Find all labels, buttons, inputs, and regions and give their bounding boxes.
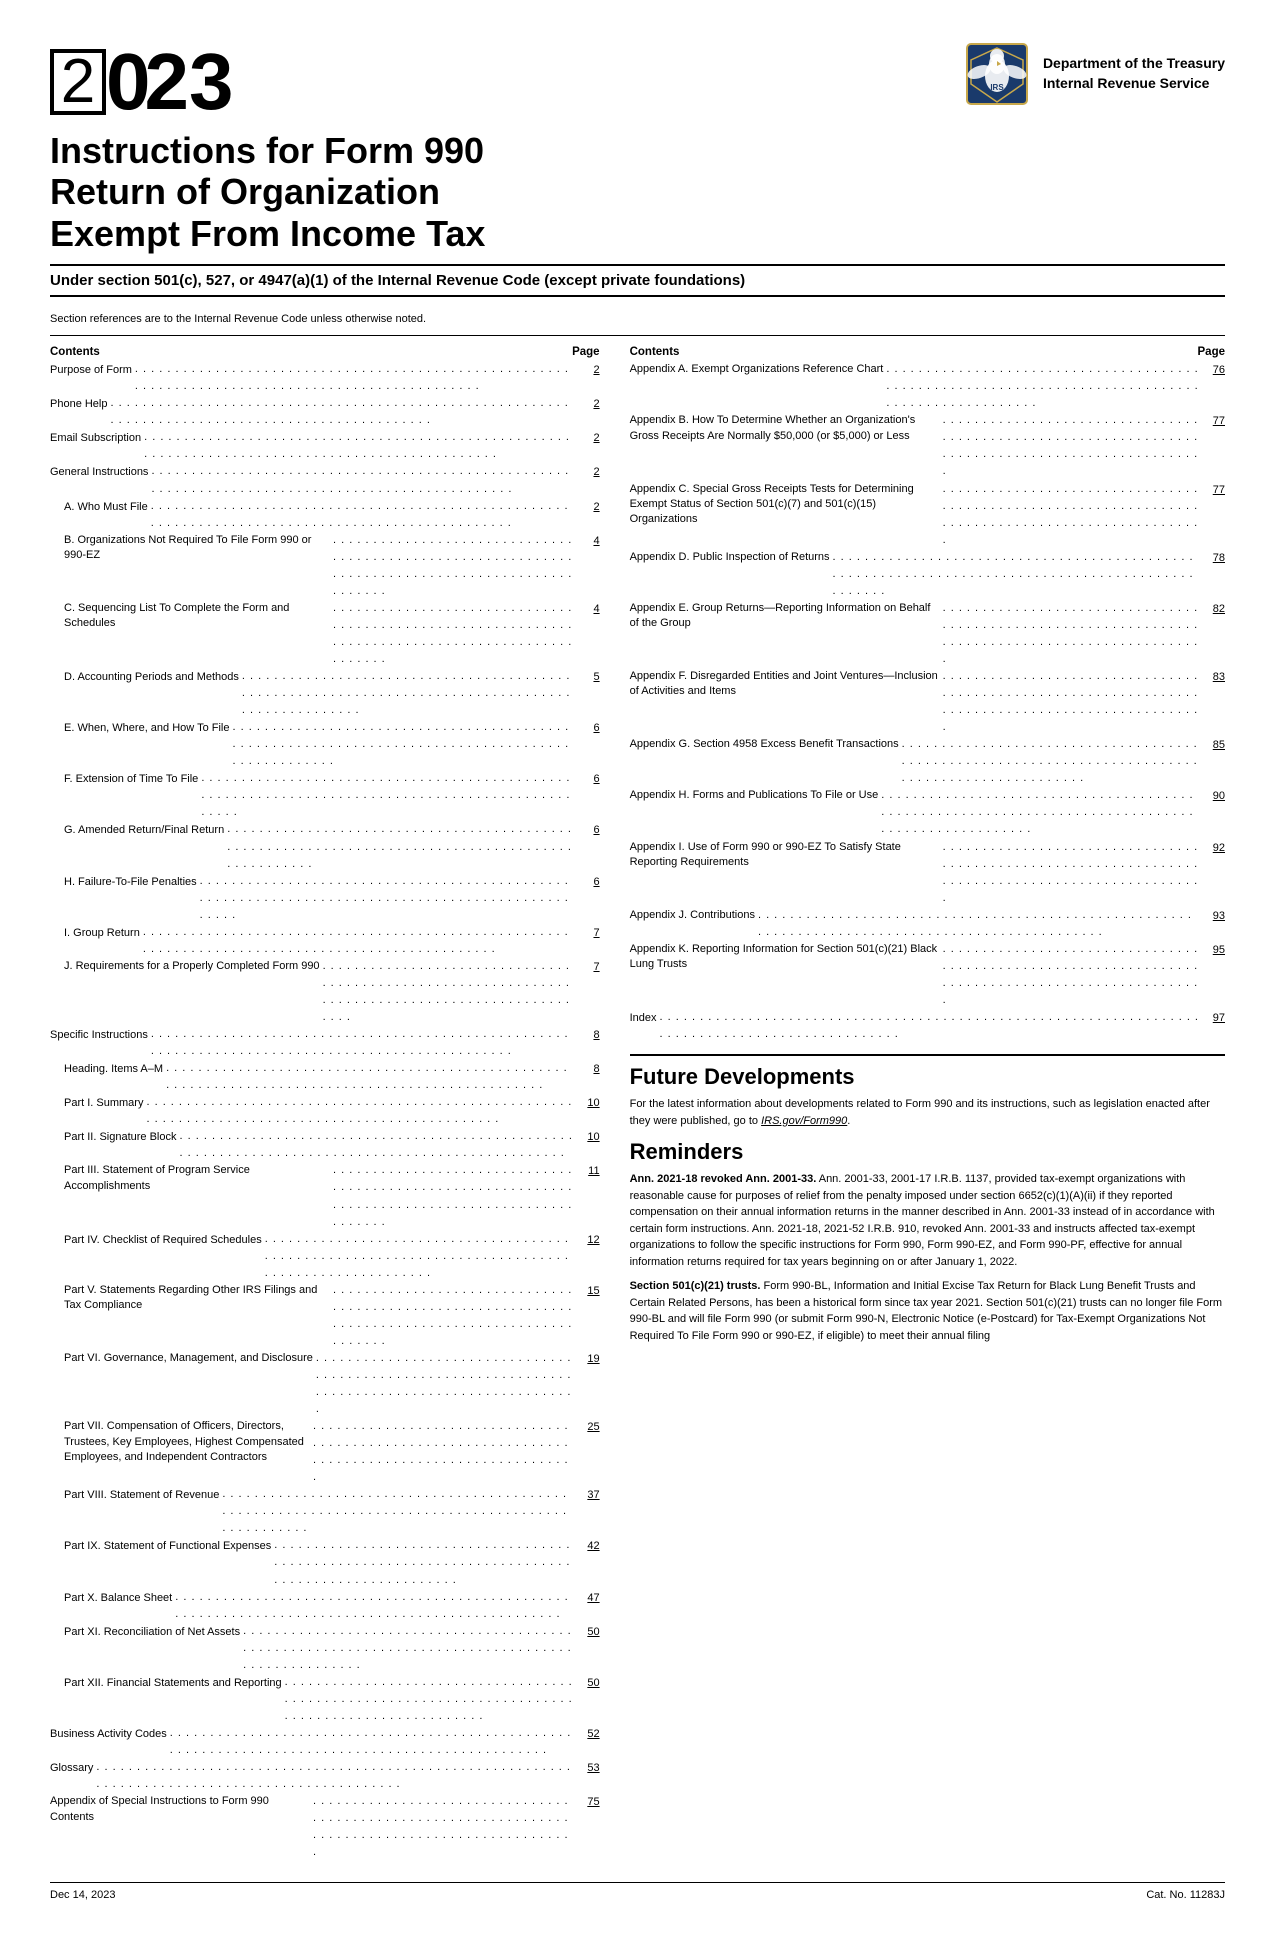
toc-left: Contents Page Purpose of Form 2 Phone He… xyxy=(50,346,600,1862)
toc-item: Phone Help 2 xyxy=(50,396,600,430)
toc-item: Appendix J. Contributions 93 xyxy=(630,908,1225,942)
page-header: 2023 IRS Department of the Treasury Inte… xyxy=(50,40,1225,122)
future-developments-text: For the latest information about develop… xyxy=(630,1096,1225,1129)
reminders-title: Reminders xyxy=(630,1139,1225,1165)
subtitle: Under section 501(c), 527, or 4947(a)(1)… xyxy=(50,264,1225,297)
toc-item: Appendix F. Disregarded Entities and Joi… xyxy=(630,669,1225,737)
toc-item: Appendix E. Group Returns—Reporting Info… xyxy=(630,601,1225,669)
toc-item: J. Requirements for a Properly Completed… xyxy=(50,959,600,1027)
toc-item: Part X. Balance Sheet 47 xyxy=(50,1590,600,1624)
toc-item: Part I. Summary 10 xyxy=(50,1095,600,1129)
toc-item: F. Extension of Time To File 6 xyxy=(50,771,600,822)
footer-cat: Cat. No. 11283J xyxy=(1146,1889,1225,1901)
toc-right-header: Contents Page xyxy=(630,346,1225,358)
toc-item: Part XII. Financial Statements and Repor… xyxy=(50,1675,600,1726)
toc-item: Appendix I. Use of Form 990 or 990-EZ To… xyxy=(630,840,1225,908)
toc-item: B. Organizations Not Required To File Fo… xyxy=(50,533,600,601)
toc-item: Specific Instructions 8 xyxy=(50,1027,600,1061)
toc-item: Part VIII. Statement of Revenue 37 xyxy=(50,1487,600,1538)
toc-item: Email Subscription 2 xyxy=(50,430,600,464)
toc-item: Appendix K. Reporting Information for Se… xyxy=(630,942,1225,1010)
toc-item: Part III. Statement of Program Service A… xyxy=(50,1163,600,1231)
year-title-block: 2023 xyxy=(50,40,233,122)
toc-item: Appendix H. Forms and Publications To Fi… xyxy=(630,788,1225,839)
reminders-paragraph-2: Section 501(c)(21) trusts. Form 990-BL, … xyxy=(630,1278,1225,1344)
toc-item: Part VII. Compensation of Officers, Dire… xyxy=(50,1419,600,1487)
future-developments-title: Future Developments xyxy=(630,1054,1225,1090)
footer-date: Dec 14, 2023 xyxy=(50,1889,115,1901)
toc-item: Part V. Statements Regarding Other IRS F… xyxy=(50,1283,600,1351)
irs-eagle-icon: IRS xyxy=(963,40,1031,108)
content-area: Contents Page Purpose of Form 2 Phone He… xyxy=(50,346,1225,1862)
svg-text:IRS: IRS xyxy=(990,83,1004,92)
toc-item: Part II. Signature Block 10 xyxy=(50,1129,600,1163)
toc-item: I. Group Return 7 xyxy=(50,925,600,959)
section-note: Section references are to the Internal R… xyxy=(50,313,1225,325)
reminders-paragraph-1: Ann. 2021-18 revoked Ann. 2001-33. Ann. … xyxy=(630,1171,1225,1270)
toc-item: A. Who Must File 2 xyxy=(50,499,600,533)
toc-item: Part IX. Statement of Functional Expense… xyxy=(50,1538,600,1589)
toc-item: Glossary 53 xyxy=(50,1760,600,1794)
toc-right-and-content: Contents Page Appendix A. Exempt Organiz… xyxy=(630,346,1225,1862)
main-title: Instructions for Form 990 Return of Orga… xyxy=(50,130,1225,254)
toc-item: Appendix of Special Instructions to Form… xyxy=(50,1794,600,1862)
toc-item: C. Sequencing List To Complete the Form … xyxy=(50,601,600,669)
toc-item: Appendix B. How To Determine Whether an … xyxy=(630,413,1225,481)
toc-item: Part VI. Governance, Management, and Dis… xyxy=(50,1351,600,1419)
toc-left-header: Contents Page xyxy=(50,346,600,358)
year-display: 2023 xyxy=(50,40,233,122)
toc-item: Business Activity Codes 52 xyxy=(50,1726,600,1760)
toc-item: H. Failure-To-File Penalties 6 xyxy=(50,874,600,925)
toc-item: Heading. Items A–M 8 xyxy=(50,1061,600,1095)
toc-item: E. When, Where, and How To File 6 xyxy=(50,720,600,771)
toc-item: Appendix A. Exempt Organizations Referen… xyxy=(630,362,1225,413)
toc-item: Purpose of Form 2 xyxy=(50,362,600,396)
toc-item: Index 97 xyxy=(630,1010,1225,1044)
toc-item: Appendix G. Section 4958 Excess Benefit … xyxy=(630,737,1225,788)
page-footer: Dec 14, 2023 Cat. No. 11283J xyxy=(50,1882,1225,1901)
toc-item: General Instructions 2 xyxy=(50,464,600,498)
irs-logo-area: IRS Department of the Treasury Internal … xyxy=(963,40,1225,108)
toc-item: Appendix D. Public Inspection of Returns… xyxy=(630,550,1225,601)
toc-item: Part IV. Checklist of Required Schedules… xyxy=(50,1232,600,1283)
toc-item: Appendix C. Special Gross Receipts Tests… xyxy=(630,482,1225,550)
agency-name: Department of the Treasury Internal Reve… xyxy=(1043,54,1225,93)
toc-item: G. Amended Return/Final Return 6 xyxy=(50,822,600,873)
toc-item: D. Accounting Periods and Methods 5 xyxy=(50,669,600,720)
toc-item: Part XI. Reconciliation of Net Assets 50 xyxy=(50,1624,600,1675)
